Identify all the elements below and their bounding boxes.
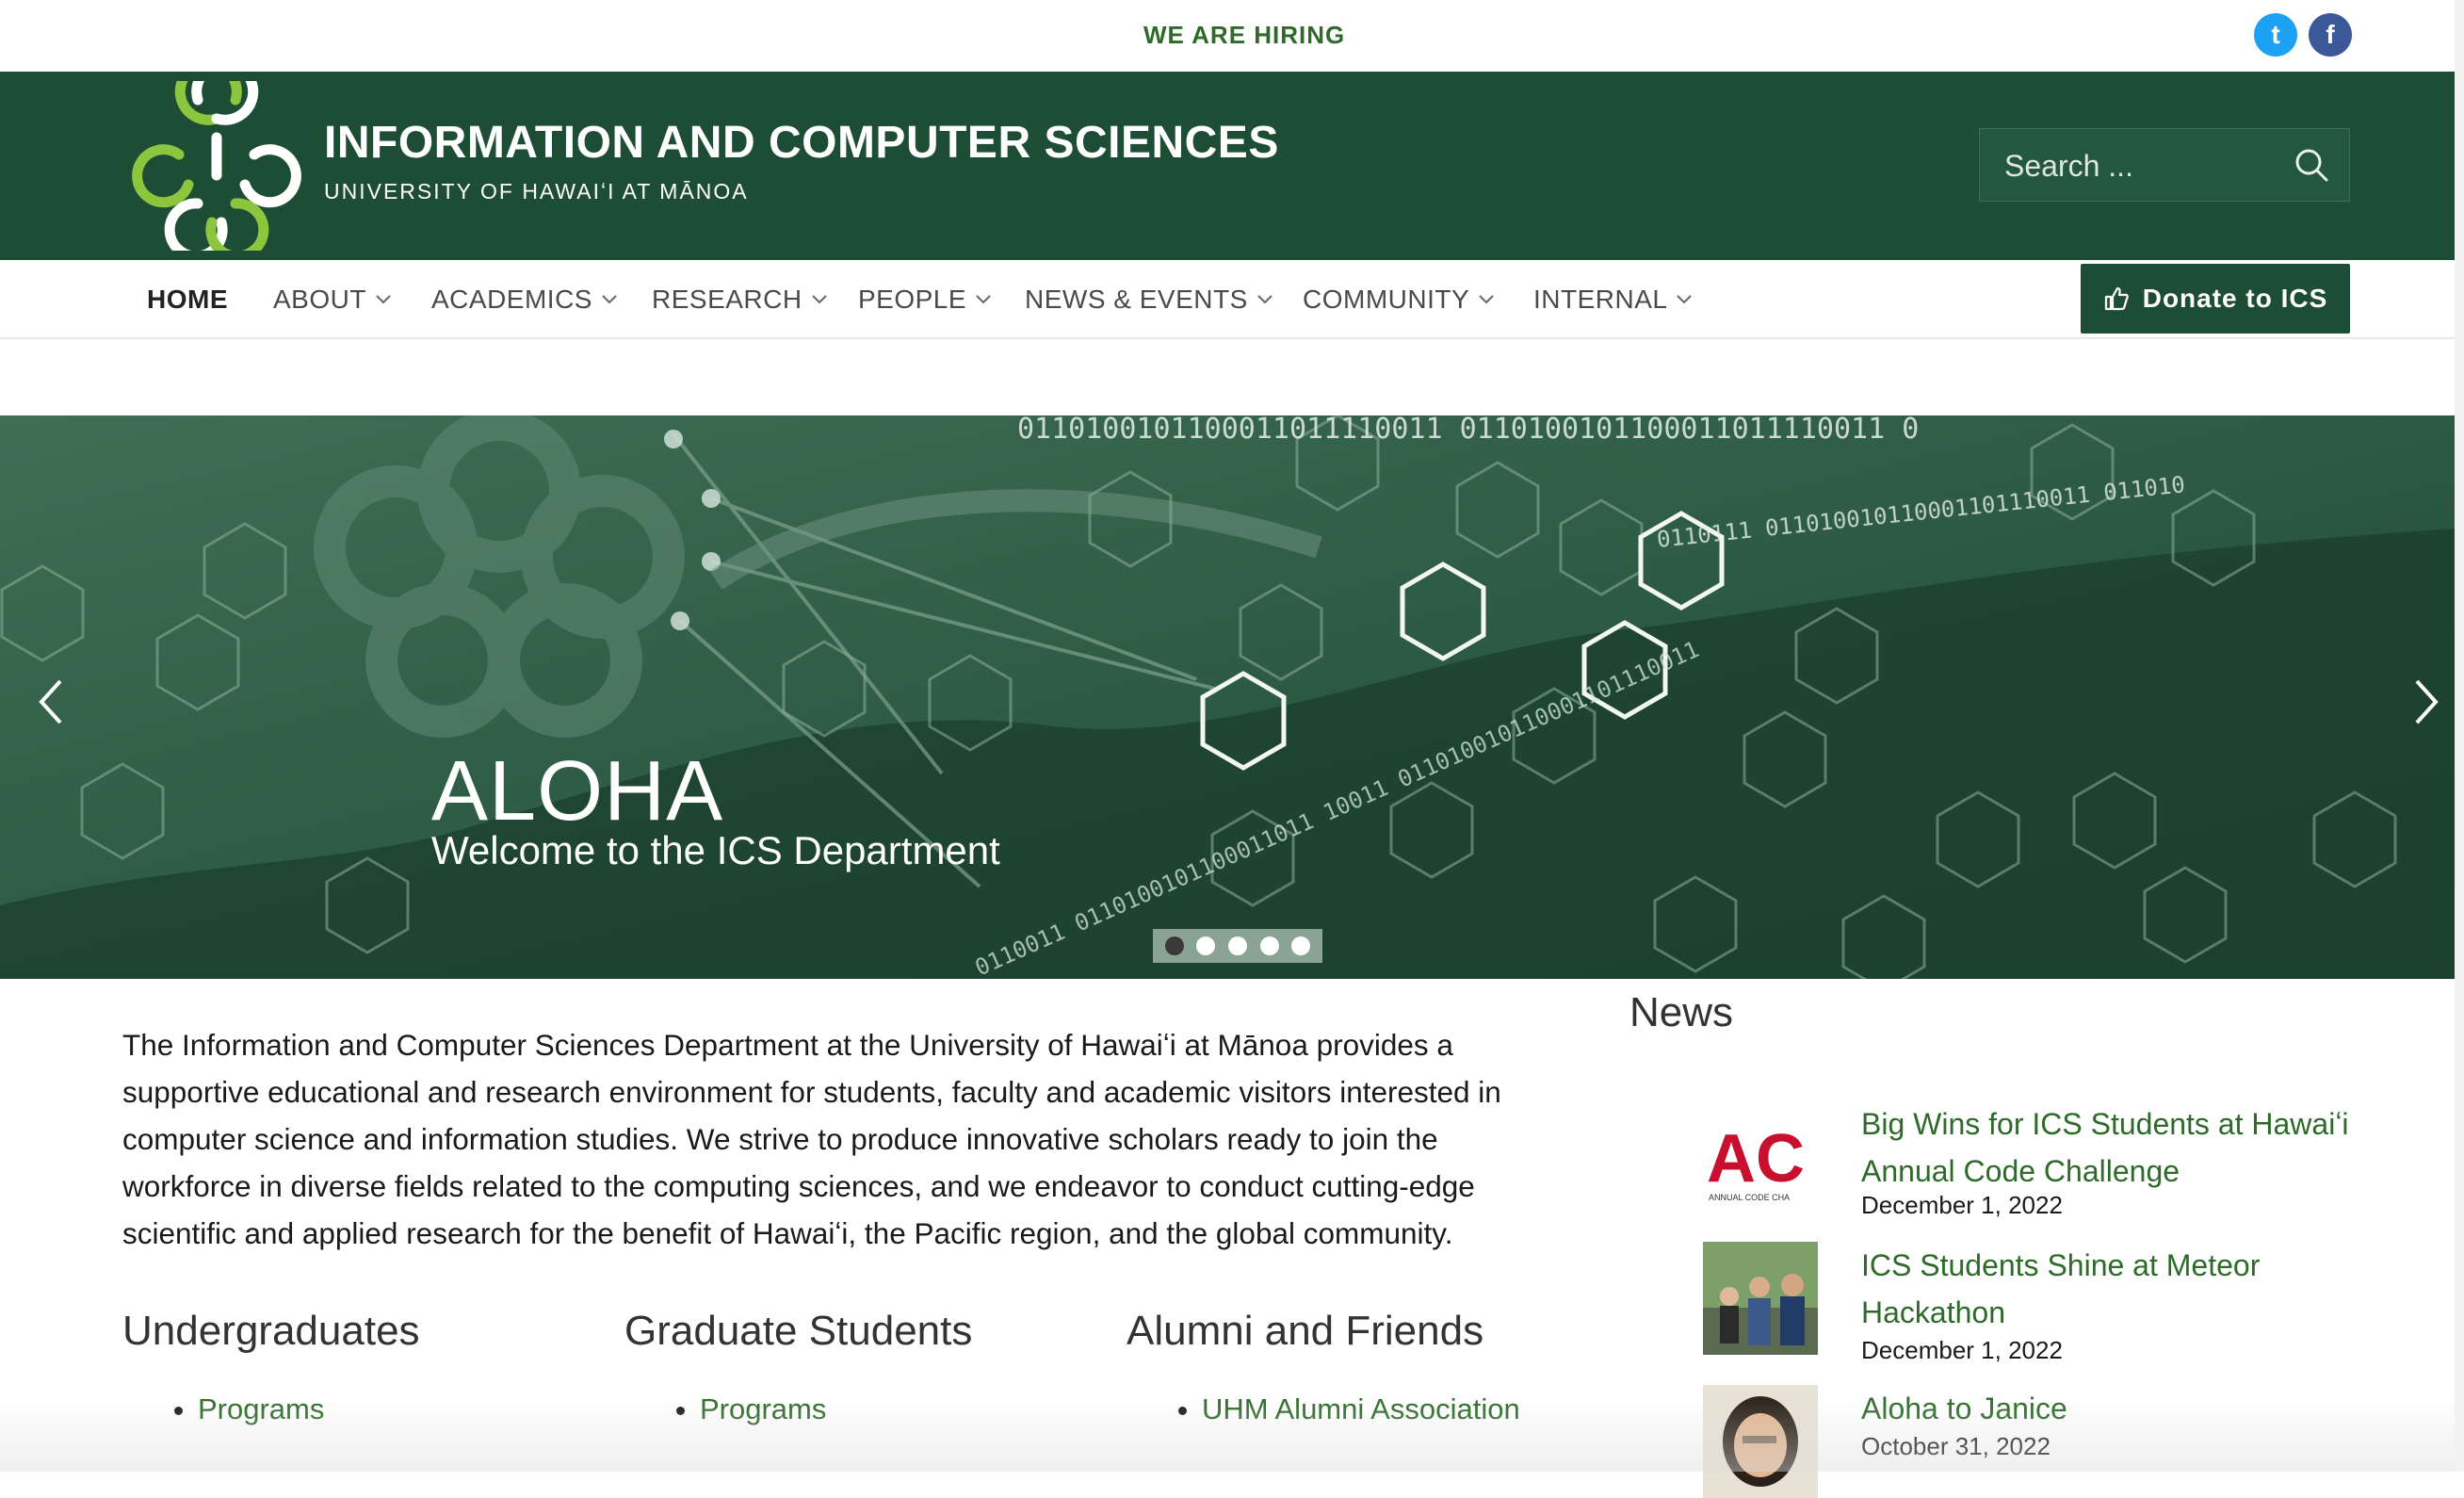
list-item: UHM Alumni Association	[1202, 1392, 1597, 1426]
news-thumbnail[interactable]	[1703, 1385, 1818, 1498]
ics-logo[interactable]	[132, 81, 301, 251]
facebook-icon[interactable]: f	[2309, 13, 2352, 57]
hero-title: ALOHA	[431, 744, 724, 839]
news-title-link[interactable]: ICS Students Shine at Meteor Hackathon	[1861, 1242, 2370, 1336]
news-date: October 31, 2022	[1861, 1432, 2051, 1460]
nav-home[interactable]: HOME	[147, 285, 228, 315]
search-box	[1979, 128, 2350, 202]
nav-home-label: HOME	[147, 285, 228, 314]
graduate-programs-link[interactable]: Programs	[700, 1392, 826, 1425]
nav-community[interactable]: COMMUNITY	[1303, 285, 1494, 315]
slide-dot-2[interactable]	[1196, 936, 1216, 955]
alumni-list: UHM Alumni Association	[1127, 1392, 1597, 1426]
undergraduates-list: Programs	[122, 1392, 593, 1426]
list-item: Programs	[700, 1392, 1095, 1426]
nav-people-label: PEOPLE	[858, 285, 967, 314]
nav-academics[interactable]: ACADEMICS	[431, 285, 617, 315]
scrollbar[interactable]	[2455, 0, 2464, 1472]
chevron-down-icon	[1677, 295, 1693, 304]
top-bar: WE ARE HIRING t f	[0, 0, 2464, 72]
list-item: Programs	[198, 1392, 593, 1426]
graduate-students-section: Graduate Students Programs	[624, 1308, 1095, 1426]
site-subtitle: UNIVERSITY OF HAWAIʻI AT MĀNOA	[324, 179, 749, 204]
chevron-down-icon	[1479, 295, 1494, 304]
alumni-friends-section: Alumni and Friends UHM Alumni Associatio…	[1127, 1308, 1597, 1426]
chevron-down-icon	[602, 295, 617, 304]
hero-subtitle: Welcome to the ICS Department	[431, 828, 1000, 872]
annual-code-challenge-caption: ANNUAL CODE CHA	[1709, 1193, 1790, 1202]
alumni-friends-heading: Alumni and Friends	[1127, 1308, 1484, 1354]
news-thumbnail[interactable]: AC ANNUAL CODE CHA	[1703, 1100, 1818, 1213]
news-thumbnail[interactable]	[1703, 1242, 1818, 1355]
chevron-down-icon	[811, 295, 827, 304]
nav-internal-label: INTERNAL	[1533, 285, 1668, 314]
intro-paragraph: The Information and Computer Sciences De…	[122, 1028, 1501, 1250]
annual-code-challenge-logo-text: AC	[1707, 1121, 1805, 1197]
donate-label: Donate to ICS	[2142, 284, 2328, 313]
chevron-down-icon	[1257, 295, 1273, 304]
nav-community-label: COMMUNITY	[1303, 285, 1470, 314]
alumni-association-link[interactable]: UHM Alumni Association	[1202, 1392, 1520, 1425]
nav-research-label: RESEARCH	[652, 285, 802, 314]
site-title[interactable]: INFORMATION AND COMPUTER SCIENCES	[324, 117, 1279, 169]
site-header: INFORMATION AND COMPUTER SCIENCES UNIVER…	[0, 72, 2455, 260]
nav-academics-label: ACADEMICS	[431, 285, 592, 314]
news-date: December 1, 2022	[1861, 1191, 2063, 1219]
news-date: December 1, 2022	[1861, 1336, 2063, 1364]
twitter-icon[interactable]: t	[2254, 13, 2297, 57]
thumbs-up-icon	[2104, 286, 2129, 311]
next-slide-icon[interactable]	[2407, 674, 2445, 730]
nav-about-label: ABOUT	[273, 285, 366, 314]
previous-slide-icon[interactable]	[32, 674, 70, 730]
nav-internal[interactable]: INTERNAL	[1533, 285, 1693, 315]
nav-research[interactable]: RESEARCH	[652, 285, 827, 315]
we-are-hiring-link[interactable]: WE ARE HIRING	[1143, 21, 1345, 50]
slide-indicators	[1153, 929, 1322, 963]
hero-background: 0110100101100011011110011 01101001011000…	[0, 415, 2455, 979]
graduate-students-heading: Graduate Students	[624, 1308, 973, 1354]
nav-news-events[interactable]: NEWS & EVENTS	[1025, 285, 1273, 315]
chevron-down-icon	[376, 295, 391, 304]
slide-dot-1[interactable]	[1164, 936, 1184, 955]
hero-slider[interactable]: 0110100101100011011110011 01101001011000…	[0, 415, 2455, 979]
news-heading: News	[1629, 989, 1734, 1035]
nav-people[interactable]: PEOPLE	[858, 285, 991, 315]
news-title-link[interactable]: Aloha to Janice	[1861, 1385, 2370, 1432]
news-title-link[interactable]: Big Wins for ICS Students at Hawaiʻi Ann…	[1861, 1100, 2370, 1195]
chevron-down-icon	[976, 295, 991, 304]
undergraduates-heading: Undergraduates	[122, 1308, 420, 1354]
main-navigation: HOME ABOUT ACADEMICS RESEARCH PEOPLE NEW…	[0, 260, 2455, 339]
undergraduate-programs-link[interactable]: Programs	[198, 1392, 324, 1425]
binary-text-top: 0110100101100011011110011 01101001011000…	[1017, 415, 1919, 446]
graduate-list: Programs	[624, 1392, 1095, 1426]
slide-dot-3[interactable]	[1227, 936, 1247, 955]
search-input[interactable]	[2002, 144, 2289, 187]
donate-button[interactable]: Donate to ICS	[2081, 264, 2350, 334]
slide-dot-5[interactable]	[1291, 936, 1311, 955]
nav-news-events-label: NEWS & EVENTS	[1025, 285, 1248, 314]
search-icon[interactable]	[2289, 142, 2336, 189]
nav-about[interactable]: ABOUT	[273, 285, 391, 315]
undergraduates-section: Undergraduates Programs	[122, 1308, 593, 1426]
slide-dot-4[interactable]	[1259, 936, 1279, 955]
